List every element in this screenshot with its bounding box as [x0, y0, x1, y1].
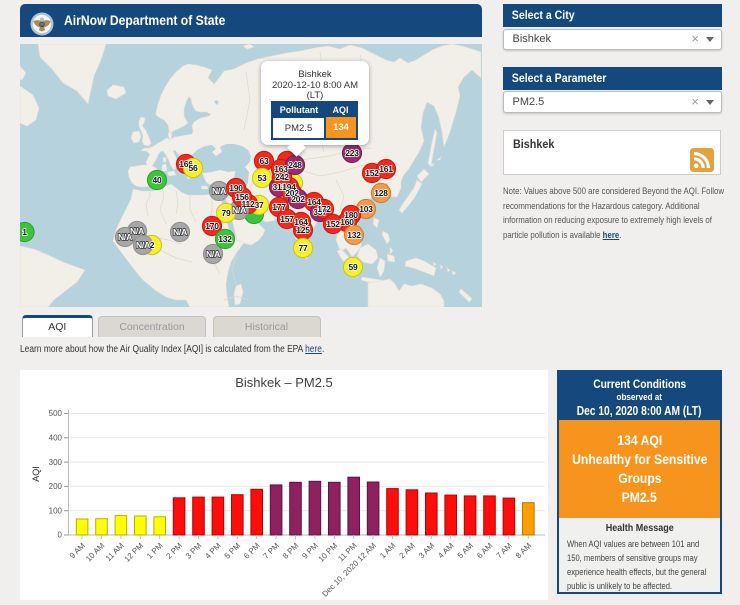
svg-text:152: 152 — [326, 219, 340, 229]
svg-text:77: 77 — [298, 243, 308, 253]
svg-text:37: 37 — [254, 200, 264, 210]
svg-text:10 AM: 10 AM — [84, 541, 107, 564]
svg-text:1 PM: 1 PM — [145, 541, 165, 561]
svg-text:160: 160 — [340, 217, 354, 227]
svg-text:12 PM: 12 PM — [122, 541, 145, 564]
svg-text:400: 400 — [49, 434, 63, 443]
svg-text:2: 2 — [150, 240, 155, 250]
svg-text:8 AM: 8 AM — [514, 541, 533, 560]
svg-text:AQI: AQI — [31, 466, 41, 482]
svg-text:10 PM: 10 PM — [316, 541, 339, 564]
svg-text:59: 59 — [348, 262, 358, 272]
svg-text:1: 1 — [22, 227, 27, 237]
svg-text:177: 177 — [272, 202, 286, 212]
svg-text:1 AM: 1 AM — [378, 541, 397, 560]
svg-text:8 PM: 8 PM — [281, 541, 301, 561]
svg-text:202: 202 — [291, 194, 305, 204]
svg-text:5 AM: 5 AM — [456, 541, 475, 560]
svg-text:152: 152 — [365, 168, 379, 178]
svg-text:4 PM: 4 PM — [203, 541, 223, 561]
svg-text:3 AM: 3 AM — [417, 541, 436, 560]
svg-text:103: 103 — [359, 204, 373, 214]
svg-text:0: 0 — [58, 531, 63, 540]
svg-text:132: 132 — [347, 230, 361, 240]
svg-text:6 PM: 6 PM — [242, 541, 262, 561]
svg-text:248: 248 — [288, 160, 302, 170]
svg-text:56: 56 — [188, 163, 198, 173]
svg-text:161: 161 — [379, 164, 393, 174]
svg-text:223: 223 — [345, 148, 359, 158]
svg-text:100: 100 — [49, 506, 63, 515]
svg-text:172: 172 — [317, 204, 331, 214]
svg-text:53: 53 — [257, 173, 267, 183]
svg-text:163: 163 — [274, 164, 288, 174]
svg-text:2 AM: 2 AM — [398, 541, 417, 560]
svg-text:Bishkek – PM2.5: Bishkek – PM2.5 — [235, 375, 333, 390]
svg-text:N/A: N/A — [232, 205, 246, 215]
svg-text:5 PM: 5 PM — [223, 541, 243, 561]
svg-text:157: 157 — [280, 214, 294, 224]
svg-text:11 AM: 11 AM — [104, 541, 126, 563]
svg-text:3 PM: 3 PM — [184, 541, 204, 561]
svg-text:2 PM: 2 PM — [164, 541, 184, 561]
svg-text:156: 156 — [235, 192, 249, 202]
svg-text:63: 63 — [259, 156, 269, 166]
svg-text:79: 79 — [221, 208, 231, 218]
svg-text:200: 200 — [49, 482, 63, 491]
svg-text:132: 132 — [218, 234, 232, 244]
svg-text:7 AM: 7 AM — [495, 541, 514, 560]
svg-text:N/A: N/A — [136, 240, 150, 250]
svg-text:N/A: N/A — [212, 186, 226, 196]
svg-text:N/A: N/A — [118, 232, 132, 242]
svg-text:500: 500 — [49, 409, 63, 418]
svg-text:6 AM: 6 AM — [475, 541, 494, 560]
svg-text:40: 40 — [152, 175, 162, 185]
svg-text:164: 164 — [294, 217, 308, 227]
svg-text:128: 128 — [374, 188, 388, 198]
svg-text:N/A: N/A — [130, 226, 144, 236]
svg-text:170: 170 — [205, 221, 219, 231]
svg-text:300: 300 — [49, 458, 63, 467]
svg-text:N/A: N/A — [173, 227, 187, 237]
svg-text:N/A: N/A — [206, 249, 220, 259]
svg-text:7 PM: 7 PM — [261, 541, 281, 561]
svg-text:4 AM: 4 AM — [436, 541, 455, 560]
